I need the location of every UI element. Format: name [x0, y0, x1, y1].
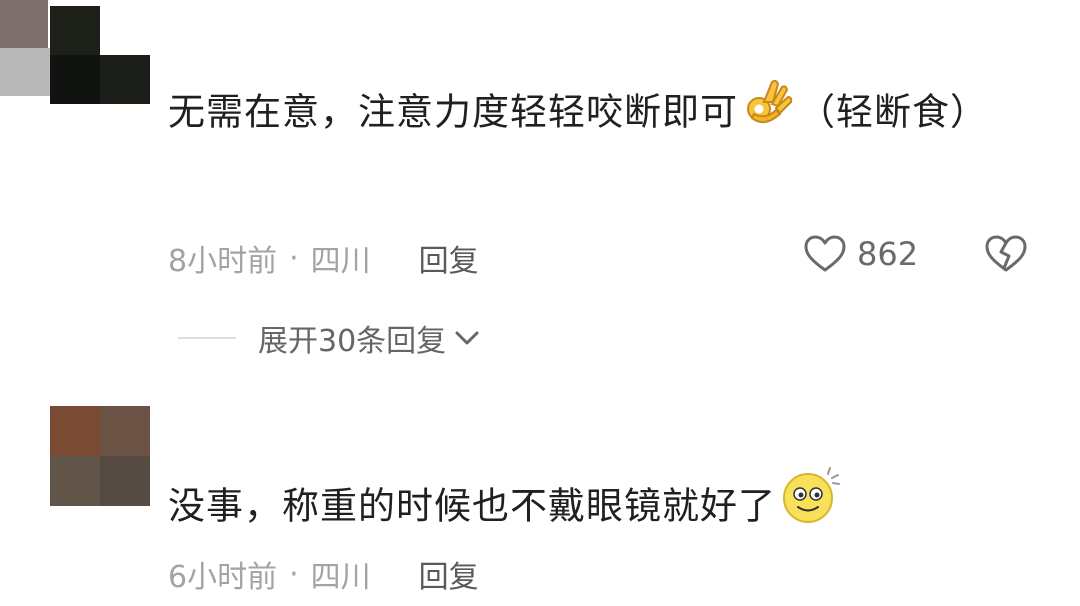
broken-heart-icon — [985, 235, 1027, 272]
timestamp: 8小时前 — [168, 244, 278, 279]
avatar[interactable] — [50, 406, 150, 506]
divider-line — [178, 337, 236, 339]
like-count: 862 — [857, 235, 919, 273]
ok-hand-icon — [742, 76, 794, 146]
avatar[interactable] — [50, 6, 150, 104]
comment-meta: 6小时前 · 四川 回复 — [168, 552, 479, 596]
comment-body: 没事，称重的时候也不戴眼镜就好了 — [168, 467, 988, 544]
comment-body: 无需在意，注意力度轻轻咬断即可 （轻断食） — [168, 79, 988, 146]
like-button[interactable]: 862 — [803, 234, 918, 274]
comment-meta: 8小时前 · 四川 回复 — [168, 236, 479, 280]
meta-separator: · — [289, 556, 299, 592]
comment-text: 没事，称重的时候也不戴眼镜就好了 — [168, 484, 776, 528]
comment-text: 无需在意，注意力度轻轻咬断即可 — [168, 90, 738, 134]
comment-text-cont: （轻断食） — [798, 90, 988, 134]
comment-list: 无需在意，注意力度轻轻咬断即可 （轻断食） 8小时前 · 四川 回复 862 展… — [0, 0, 1080, 606]
dizzy-smile-icon — [780, 466, 840, 544]
heart-icon — [804, 235, 846, 272]
dislike-button[interactable] — [984, 234, 1028, 278]
timestamp: 6小时前 — [168, 560, 278, 595]
username-redacted[interactable] — [0, 0, 48, 48]
location: 四川 — [310, 560, 371, 595]
chevron-down-icon — [455, 331, 479, 345]
reply-button[interactable]: 回复 — [419, 236, 479, 280]
meta-separator: · — [289, 240, 299, 276]
location: 四川 — [310, 244, 371, 279]
expand-replies-label: 展开30条回复 — [258, 324, 447, 359]
expand-replies-button[interactable]: 展开30条回复 — [178, 316, 480, 360]
reply-button[interactable]: 回复 — [419, 552, 479, 596]
